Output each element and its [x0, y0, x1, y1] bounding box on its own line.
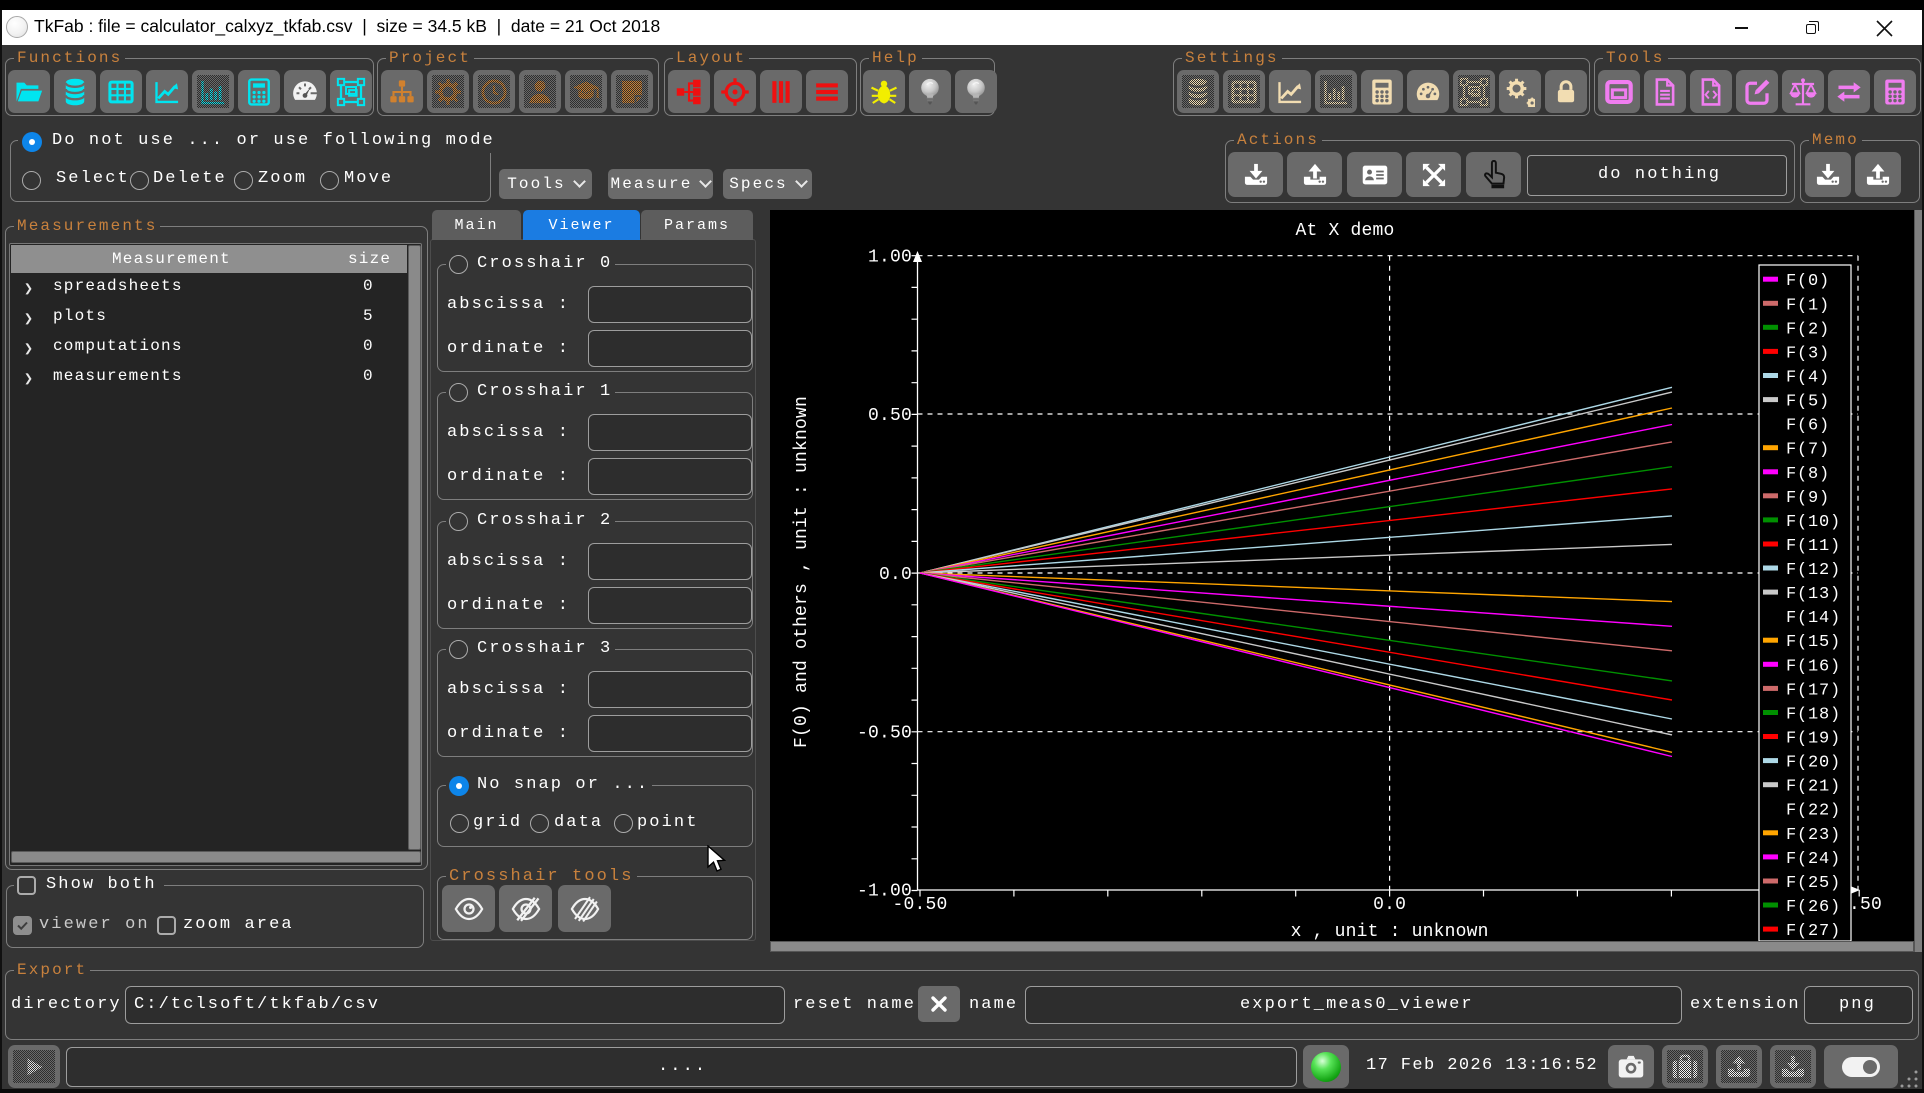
- svg-text:F(25): F(25): [1786, 874, 1841, 893]
- svg-text:F(3): F(3): [1786, 344, 1830, 363]
- svg-text:F(14): F(14): [1786, 609, 1841, 628]
- svg-text:F(23): F(23): [1786, 826, 1841, 845]
- svg-text:F(21): F(21): [1786, 778, 1841, 797]
- svg-text:F(18): F(18): [1786, 706, 1841, 725]
- svg-text:F(8): F(8): [1786, 465, 1830, 484]
- svg-text:F(0) and others , unit : unkno: F(0) and others , unit : unknown: [792, 396, 812, 748]
- svg-text:x , unit : unknown: x , unit : unknown: [1291, 922, 1489, 941]
- svg-text:F(24): F(24): [1786, 850, 1841, 869]
- svg-text:0.50: 0.50: [868, 406, 912, 426]
- svg-text:F(10): F(10): [1786, 513, 1841, 532]
- svg-text:F(20): F(20): [1786, 754, 1841, 773]
- svg-text:-0.50: -0.50: [892, 895, 947, 915]
- svg-text:F(13): F(13): [1786, 585, 1841, 604]
- svg-text:F(26): F(26): [1786, 898, 1841, 917]
- svg-text:-0.50: -0.50: [857, 724, 912, 744]
- svg-text:F(0): F(0): [1786, 272, 1830, 291]
- svg-text:F(15): F(15): [1786, 633, 1841, 652]
- svg-text:F(27): F(27): [1786, 922, 1841, 941]
- svg-text:F(6): F(6): [1786, 417, 1830, 436]
- svg-text:F(7): F(7): [1786, 441, 1830, 460]
- svg-text:F(19): F(19): [1786, 730, 1841, 749]
- svg-text:1.00: 1.00: [868, 248, 912, 268]
- svg-text:0.0: 0.0: [879, 565, 912, 585]
- svg-text:F(11): F(11): [1786, 537, 1841, 556]
- svg-text:F(17): F(17): [1786, 681, 1841, 700]
- svg-text:F(9): F(9): [1786, 489, 1830, 508]
- svg-text:F(1): F(1): [1786, 296, 1830, 315]
- svg-text:F(4): F(4): [1786, 369, 1830, 388]
- svg-text:F(2): F(2): [1786, 320, 1830, 339]
- svg-text:0.0: 0.0: [1373, 895, 1406, 915]
- svg-text:F(16): F(16): [1786, 657, 1841, 676]
- svg-text:F(5): F(5): [1786, 393, 1830, 412]
- svg-text:F(22): F(22): [1786, 802, 1841, 821]
- svg-text:F(12): F(12): [1786, 561, 1841, 580]
- svg-text:At X demo: At X demo: [1295, 221, 1394, 241]
